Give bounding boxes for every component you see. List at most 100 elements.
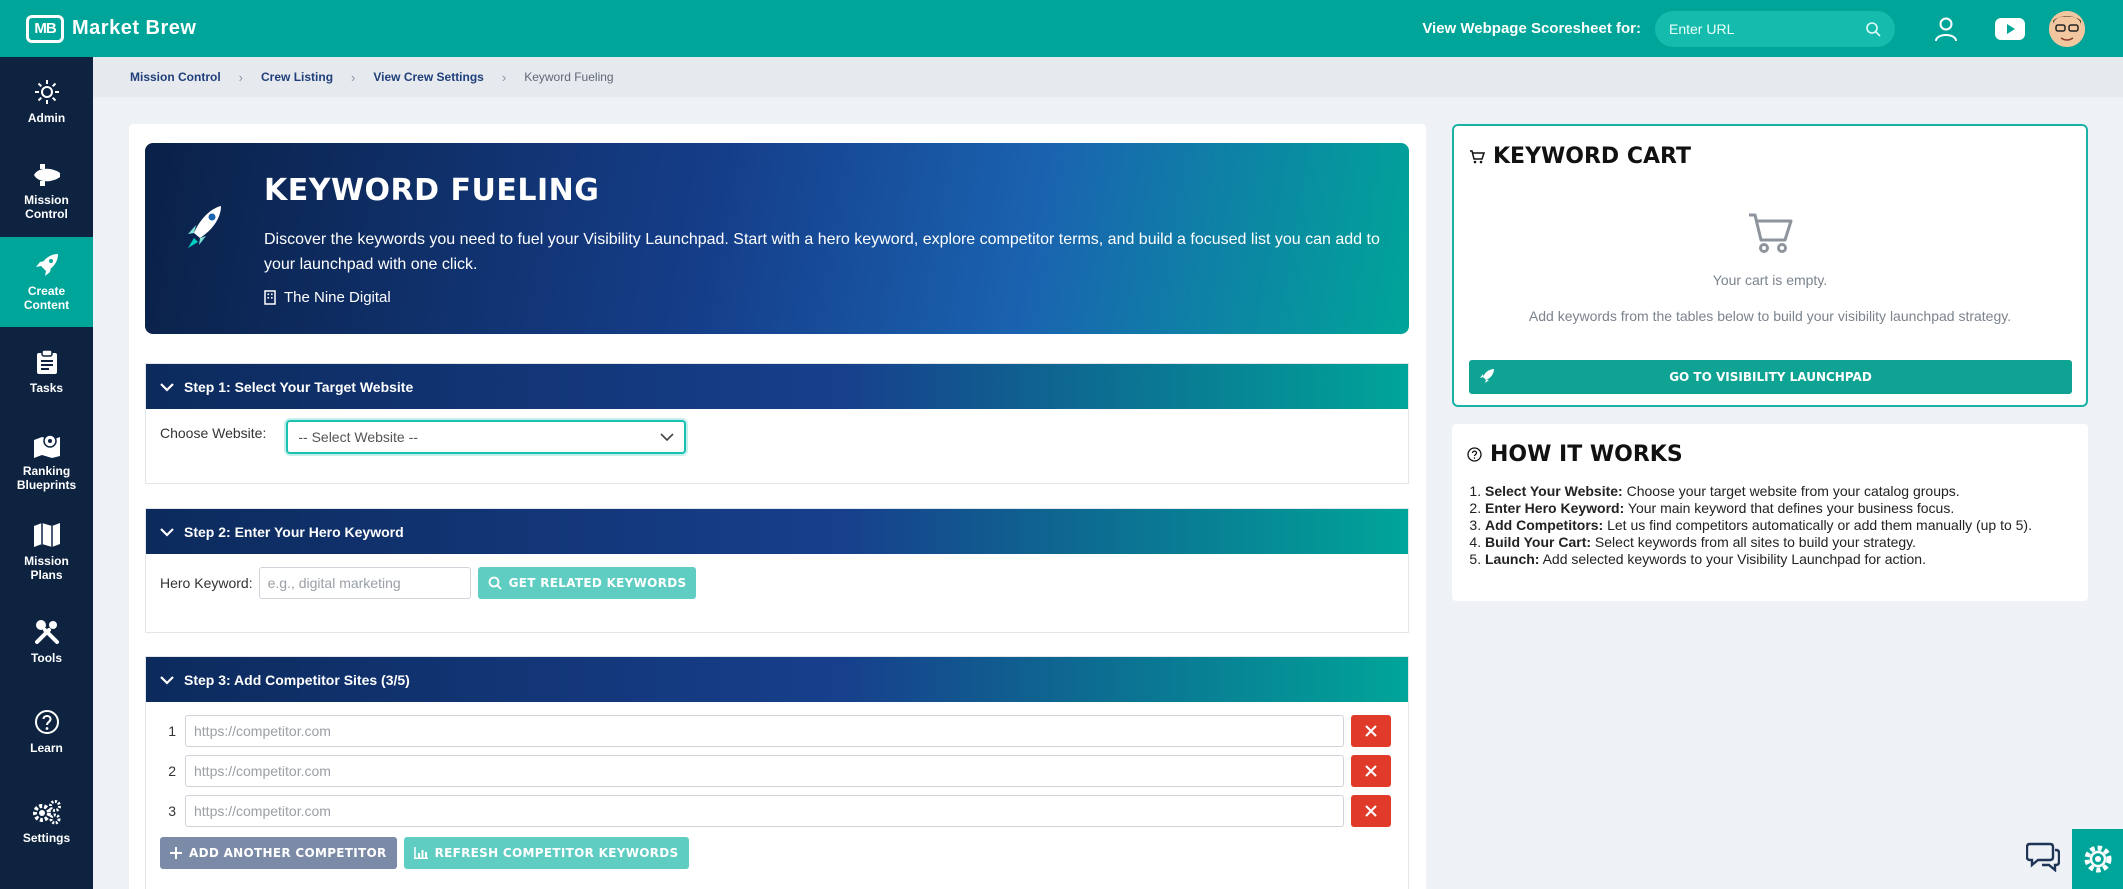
logo-mark: MB xyxy=(26,14,64,43)
step-2-panel: Step 2: Enter Your Hero Keyword Hero Key… xyxy=(145,508,1409,633)
brand-name: Market Brew xyxy=(72,17,197,39)
tools-icon xyxy=(34,620,59,644)
step-3-title: Step 3: Add Competitor Sites (3/5) xyxy=(184,671,410,688)
step-1-panel: Step 1: Select Your Target Website Choos… xyxy=(145,363,1409,484)
user-icon[interactable] xyxy=(1931,14,1961,44)
keyword-cart: KEYWORD CART Your cart is empty. Add key… xyxy=(1452,124,2088,407)
hero-keyword-label: Hero Keyword: xyxy=(160,575,253,591)
close-icon xyxy=(1365,765,1377,777)
hero-description: Discover the keywords you need to fuel y… xyxy=(264,231,1380,273)
cart-title-text: KEYWORD CART xyxy=(1493,144,1691,169)
chevron-right-icon: › xyxy=(238,69,244,85)
sidebar-item-mission-control[interactable]: Mission Control xyxy=(0,147,93,237)
building-icon xyxy=(264,290,276,305)
chat-icon[interactable] xyxy=(2026,840,2060,872)
chevron-right-icon: › xyxy=(351,69,356,85)
sidebar-item-label: Mission Control xyxy=(24,193,69,221)
sidebar-item-label: Mission Plans xyxy=(24,554,69,582)
breadcrumb-link-view-crew-settings[interactable]: View Crew Settings xyxy=(373,70,483,84)
how-step: Build Your Cart: Select keywords from al… xyxy=(1485,534,2032,551)
url-input[interactable] xyxy=(1669,20,1849,37)
website-select[interactable]: -- Select Website -- xyxy=(286,420,687,454)
cart-icon xyxy=(1470,149,1485,163)
plus-icon xyxy=(170,847,182,859)
search-icon xyxy=(488,576,502,590)
cart-empty-message: Your cart is empty. xyxy=(1712,272,1828,288)
sidebar-item-label: Learn xyxy=(30,741,63,755)
how-it-works-title-text: HOW IT WORKS xyxy=(1490,442,1683,467)
step-3-header[interactable]: Step 3: Add Competitor Sites (3/5) xyxy=(146,657,1408,702)
sidebar-item-label: Admin xyxy=(27,111,66,125)
step-2-header[interactable]: Step 2: Enter Your Hero Keyword xyxy=(146,509,1408,554)
sun-icon xyxy=(34,80,59,104)
remove-competitor-button[interactable] xyxy=(1351,715,1391,747)
sidebar-item-ranking-blueprints[interactable]: Ranking Blueprints xyxy=(0,417,93,507)
add-competitor-label: ADD ANOTHER COMPETITOR xyxy=(189,846,387,860)
hero-keyword-input[interactable] xyxy=(258,567,471,599)
step-1-header[interactable]: Step 1: Select Your Target Website xyxy=(146,364,1408,409)
gears-icon xyxy=(32,800,61,825)
cart-empty-hint: Add keywords from the tables below to bu… xyxy=(1528,308,2012,324)
rocket-icon xyxy=(35,254,58,276)
choose-website-label: Choose Website: xyxy=(160,425,267,441)
question-icon xyxy=(34,710,59,734)
competitor-url-input[interactable] xyxy=(185,715,1344,747)
competitor-url-input[interactable] xyxy=(185,755,1344,787)
rocket-icon xyxy=(1480,369,1494,383)
step-1-title: Step 1: Select Your Target Website xyxy=(184,378,414,395)
how-step: Enter Hero Keyword: Your main keyword th… xyxy=(1485,500,2032,517)
competitor-number: 1 xyxy=(168,723,176,739)
breadcrumb-link-mission-control[interactable]: Mission Control xyxy=(130,70,221,84)
sidebar-item-tasks[interactable]: Tasks xyxy=(0,327,93,417)
close-icon xyxy=(1365,805,1377,817)
chevron-right-icon: › xyxy=(501,69,507,85)
avatar[interactable] xyxy=(2049,10,2085,47)
chevron-down-icon xyxy=(660,432,674,441)
close-icon xyxy=(1365,725,1377,737)
sidebar-item-admin[interactable]: Admin xyxy=(0,57,93,147)
breadcrumb-current: Keyword Fueling xyxy=(524,70,614,84)
chevron-down-icon xyxy=(160,675,174,685)
go-to-visibility-launchpad-label: GO TO VISIBILITY LAUNCHPAD xyxy=(1669,370,1872,384)
step-3-panel: Step 3: Add Competitor Sites (3/5) 1 2 3 xyxy=(145,656,1409,889)
step-2-title: Step 2: Enter Your Hero Keyword xyxy=(184,523,404,540)
go-to-visibility-launchpad-button[interactable]: GO TO VISIBILITY LAUNCHPAD xyxy=(1469,360,2072,394)
shuttle-icon xyxy=(33,164,60,186)
gear-icon xyxy=(2084,845,2111,873)
competitor-url-input[interactable] xyxy=(185,795,1344,827)
youtube-icon[interactable] xyxy=(1995,14,2025,44)
hero-banner: KEYWORD FUELING Discover the keywords yo… xyxy=(145,143,1409,334)
search-icon[interactable] xyxy=(1865,21,1881,37)
refresh-competitor-keywords-button[interactable]: REFRESH COMPETITOR KEYWORDS xyxy=(403,837,689,869)
organization-info: The Nine Digital xyxy=(264,289,391,306)
map-pin-icon xyxy=(33,434,60,458)
sidebar-item-tools[interactable]: Tools xyxy=(0,597,93,687)
sidebar: Admin Mission Control Create Content Tas… xyxy=(0,57,93,889)
sidebar-item-label: Settings xyxy=(22,831,71,845)
sidebar-item-settings[interactable]: Settings xyxy=(0,777,93,867)
sidebar-item-mission-plans[interactable]: Mission Plans xyxy=(0,507,93,597)
get-related-keywords-button[interactable]: GET RELATED KEYWORDS xyxy=(477,567,697,599)
remove-competitor-button[interactable] xyxy=(1351,795,1391,827)
remove-competitor-button[interactable] xyxy=(1351,755,1391,787)
how-it-works-card: HOW IT WORKS Select Your Website: Choose… xyxy=(1452,424,2088,601)
cart-title: KEYWORD CART xyxy=(1469,144,1691,169)
brand-logo[interactable]: MB Market Brew xyxy=(26,14,197,43)
map-icon xyxy=(33,523,60,547)
sidebar-item-label: Create Content xyxy=(23,284,70,312)
page-title: KEYWORD FUELING xyxy=(264,173,600,208)
add-competitor-button[interactable]: ADD ANOTHER COMPETITOR xyxy=(160,837,397,869)
question-circle-icon xyxy=(1467,447,1482,462)
sidebar-item-learn[interactable]: Learn xyxy=(0,687,93,777)
how-step: Select Your Website: Choose your target … xyxy=(1485,483,2032,500)
bar-chart-icon xyxy=(413,847,428,859)
empty-cart-icon xyxy=(1749,213,1793,253)
floating-settings-button[interactable] xyxy=(2072,829,2123,889)
sidebar-item-create-content[interactable]: Create Content xyxy=(0,237,93,327)
clipboard-icon xyxy=(36,349,57,374)
sidebar-item-label: Tasks xyxy=(29,381,64,395)
how-step: Add Competitors: Let us find competitors… xyxy=(1485,517,2032,534)
competitor-number: 2 xyxy=(168,763,176,779)
competitor-row: 2 xyxy=(146,754,1391,788)
breadcrumb-link-crew-listing[interactable]: Crew Listing xyxy=(261,70,333,84)
